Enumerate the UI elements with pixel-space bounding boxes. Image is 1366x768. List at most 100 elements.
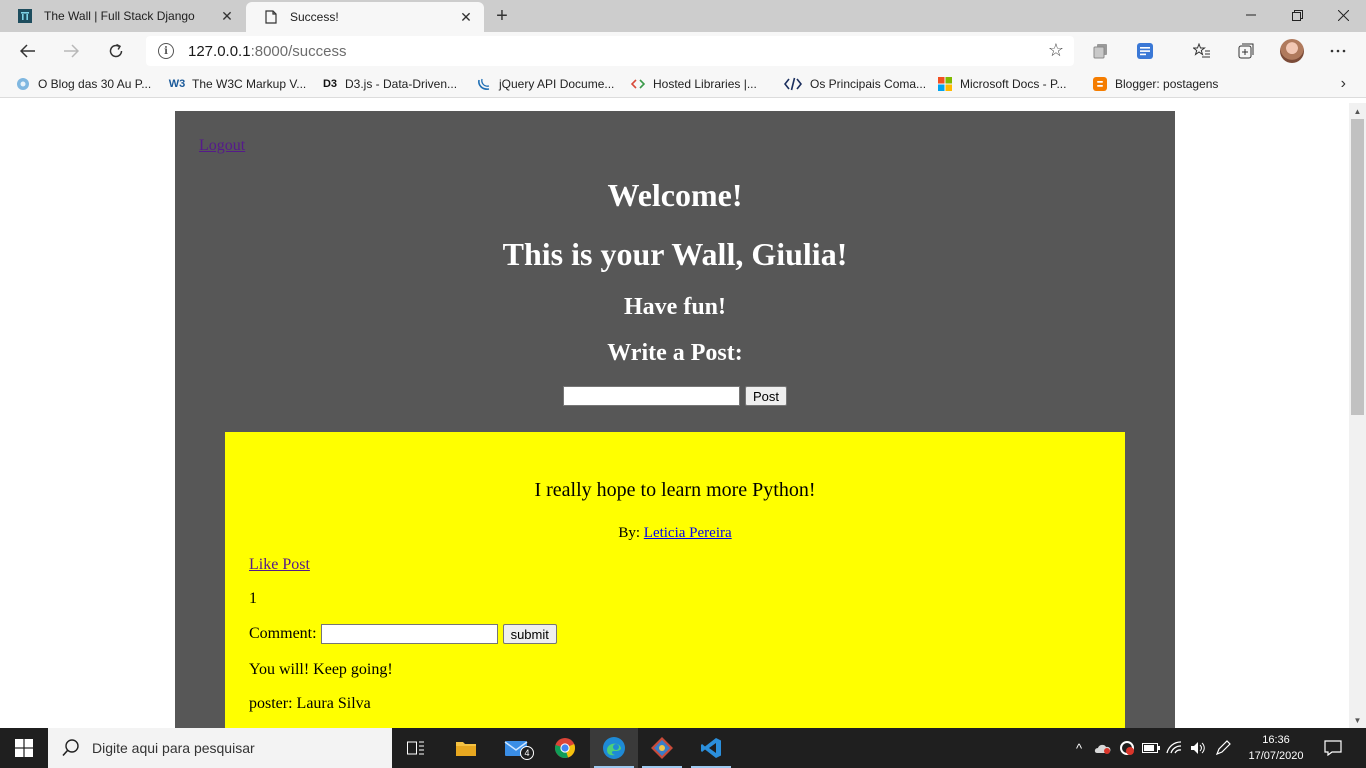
bookmark-principais[interactable]: Os Principais Coma...	[784, 75, 926, 93]
address-bar[interactable]: i 127.0.0.1:8000/success ☆	[146, 36, 1074, 66]
forward-icon[interactable]	[55, 36, 87, 66]
scroll-up-icon[interactable]: ▲	[1349, 104, 1366, 118]
favorite-star-icon[interactable]: ☆	[1048, 40, 1064, 61]
show-hidden-icons-icon[interactable]: ^	[1070, 728, 1088, 768]
w3c-icon: W3	[168, 78, 186, 90]
like-post-link[interactable]: Like Post	[249, 556, 310, 574]
write-post-heading: Write a Post:	[607, 340, 743, 366]
chevron-right-icon[interactable]: ›	[1341, 75, 1346, 93]
tab-strip: The Wall | Full Stack Django ✕ Success! …	[0, 0, 1366, 32]
clock-date: 17/07/2020	[1248, 750, 1304, 762]
submit-comment-button[interactable]: submit	[502, 624, 557, 644]
collections-icon[interactable]	[1085, 36, 1117, 66]
comment-input[interactable]	[320, 624, 498, 644]
search-placeholder: Digite aqui para pesquisar	[92, 740, 255, 756]
microsoft-icon	[938, 77, 952, 91]
jquery-icon	[477, 77, 491, 91]
comment-label: Comment:	[249, 625, 317, 642]
refresh-icon[interactable]	[100, 36, 132, 66]
bookmark-w3c[interactable]: W3 The W3C Markup V...	[168, 75, 307, 93]
action-center-icon[interactable]	[1320, 728, 1346, 768]
favorites-icon[interactable]	[1186, 36, 1218, 66]
bookmark-label: The W3C Markup V...	[192, 77, 307, 91]
d3-icon: D3	[322, 78, 338, 90]
bookmark-microsoft-docs[interactable]: Microsoft Docs - P...	[938, 75, 1066, 93]
post-input[interactable]	[563, 386, 740, 406]
profile-avatar[interactable]	[1280, 39, 1304, 63]
collections-add-icon[interactable]	[1230, 36, 1262, 66]
windows-start-icon[interactable]	[0, 728, 48, 768]
task-view-icon[interactable]	[392, 728, 440, 768]
settings-alert-icon[interactable]	[1116, 728, 1138, 768]
back-icon[interactable]	[12, 36, 44, 66]
onedrive-icon[interactable]	[1092, 728, 1114, 768]
bookmark-blogger[interactable]: Blogger: postagens	[1093, 75, 1218, 93]
git-gui-icon[interactable]	[638, 728, 686, 768]
scroll-thumb[interactable]	[1351, 119, 1364, 415]
restore-icon[interactable]	[1274, 0, 1320, 30]
comment-form: Comment: submit	[249, 624, 557, 644]
close-window-icon[interactable]	[1320, 0, 1366, 30]
wifi-icon[interactable]	[1164, 728, 1186, 768]
bookmark-label: D3.js - Data-Driven...	[345, 77, 458, 91]
url-path: :8000/success	[250, 42, 347, 60]
more-menu-icon[interactable]	[1322, 36, 1354, 66]
chrome-icon[interactable]	[541, 728, 589, 768]
post-author: By: Leticia Pereira	[225, 525, 1125, 542]
code-icon	[631, 77, 645, 91]
post-card: I really hope to learn more Python! By: …	[225, 432, 1125, 728]
post-content: I really hope to learn more Python!	[534, 479, 816, 501]
django-favicon-icon	[18, 9, 32, 23]
tab-the-wall[interactable]: The Wall | Full Stack Django ✕	[0, 0, 245, 32]
new-tab-icon[interactable]: +	[489, 4, 515, 28]
close-tab-icon[interactable]: ✕	[215, 4, 239, 28]
page-viewport: Logout Welcome! This is your Wall, Giuli…	[0, 103, 1349, 728]
bookmark-label: jQuery API Docume...	[499, 77, 615, 91]
clock-time: 16:36	[1262, 734, 1290, 746]
bookmark-label: Os Principais Coma...	[810, 77, 927, 91]
code-tag-icon	[784, 77, 802, 91]
tab-title: The Wall | Full Stack Django	[44, 9, 195, 23]
browser-toolbar: i 127.0.0.1:8000/success ☆	[0, 32, 1366, 70]
bookmark-blog[interactable]: O Blog das 30 Au P...	[16, 75, 151, 93]
post-author-prefix: By:	[618, 525, 641, 541]
tab-success[interactable]: Success! ✕	[246, 2, 484, 32]
page-icon	[264, 10, 278, 24]
mail-icon[interactable]: 4	[492, 728, 540, 768]
battery-icon[interactable]	[1140, 728, 1162, 768]
globe-icon	[16, 77, 30, 91]
logout-link[interactable]: Logout	[199, 137, 245, 155]
close-tab-icon[interactable]: ✕	[454, 5, 478, 29]
comment-poster: poster: Laura Silva	[249, 695, 371, 712]
bookmark-jquery[interactable]: jQuery API Docume...	[477, 75, 614, 93]
volume-icon[interactable]	[1188, 728, 1210, 768]
bookmarks-bar: O Blog das 30 Au P... W3 The W3C Markup …	[0, 70, 1366, 98]
file-explorer-icon[interactable]	[442, 728, 490, 768]
bookmark-label: Hosted Libraries |...	[653, 77, 757, 91]
wall-container: Logout Welcome! This is your Wall, Giuli…	[175, 111, 1175, 728]
page-scrollbar[interactable]: ▲ ▼	[1349, 103, 1366, 728]
mail-badge: 4	[520, 746, 534, 760]
tab-title: Success!	[290, 10, 339, 24]
welcome-heading: Welcome!	[607, 177, 743, 213]
search-icon	[62, 739, 80, 757]
pen-icon[interactable]	[1212, 728, 1234, 768]
minimize-icon[interactable]	[1228, 0, 1274, 30]
vscode-icon[interactable]	[687, 728, 735, 768]
taskbar-clock[interactable]: 16:36 17/07/2020	[1236, 732, 1316, 764]
post-form: Post	[563, 386, 788, 406]
scroll-down-icon[interactable]: ▼	[1349, 713, 1366, 727]
bookmark-hosted-libraries[interactable]: Hosted Libraries |...	[631, 75, 757, 93]
have-fun-heading: Have fun!	[624, 294, 726, 320]
bookmark-d3[interactable]: D3 D3.js - Data-Driven...	[323, 75, 457, 93]
post-button[interactable]: Post	[745, 386, 788, 406]
windows-taskbar: Digite aqui para pesquisar 4 ^ 16:36 17/…	[0, 728, 1366, 768]
edge-icon[interactable]	[590, 728, 638, 768]
taskbar-search[interactable]: Digite aqui para pesquisar	[48, 728, 392, 768]
wall-title: This is your Wall, Giulia!	[502, 236, 848, 272]
post-author-link[interactable]: Leticia Pereira	[644, 525, 732, 541]
bookmark-label: Microsoft Docs - P...	[960, 77, 1067, 91]
like-count: 1	[249, 590, 257, 607]
extension-icon[interactable]	[1129, 36, 1161, 66]
site-info-icon[interactable]: i	[158, 43, 174, 59]
